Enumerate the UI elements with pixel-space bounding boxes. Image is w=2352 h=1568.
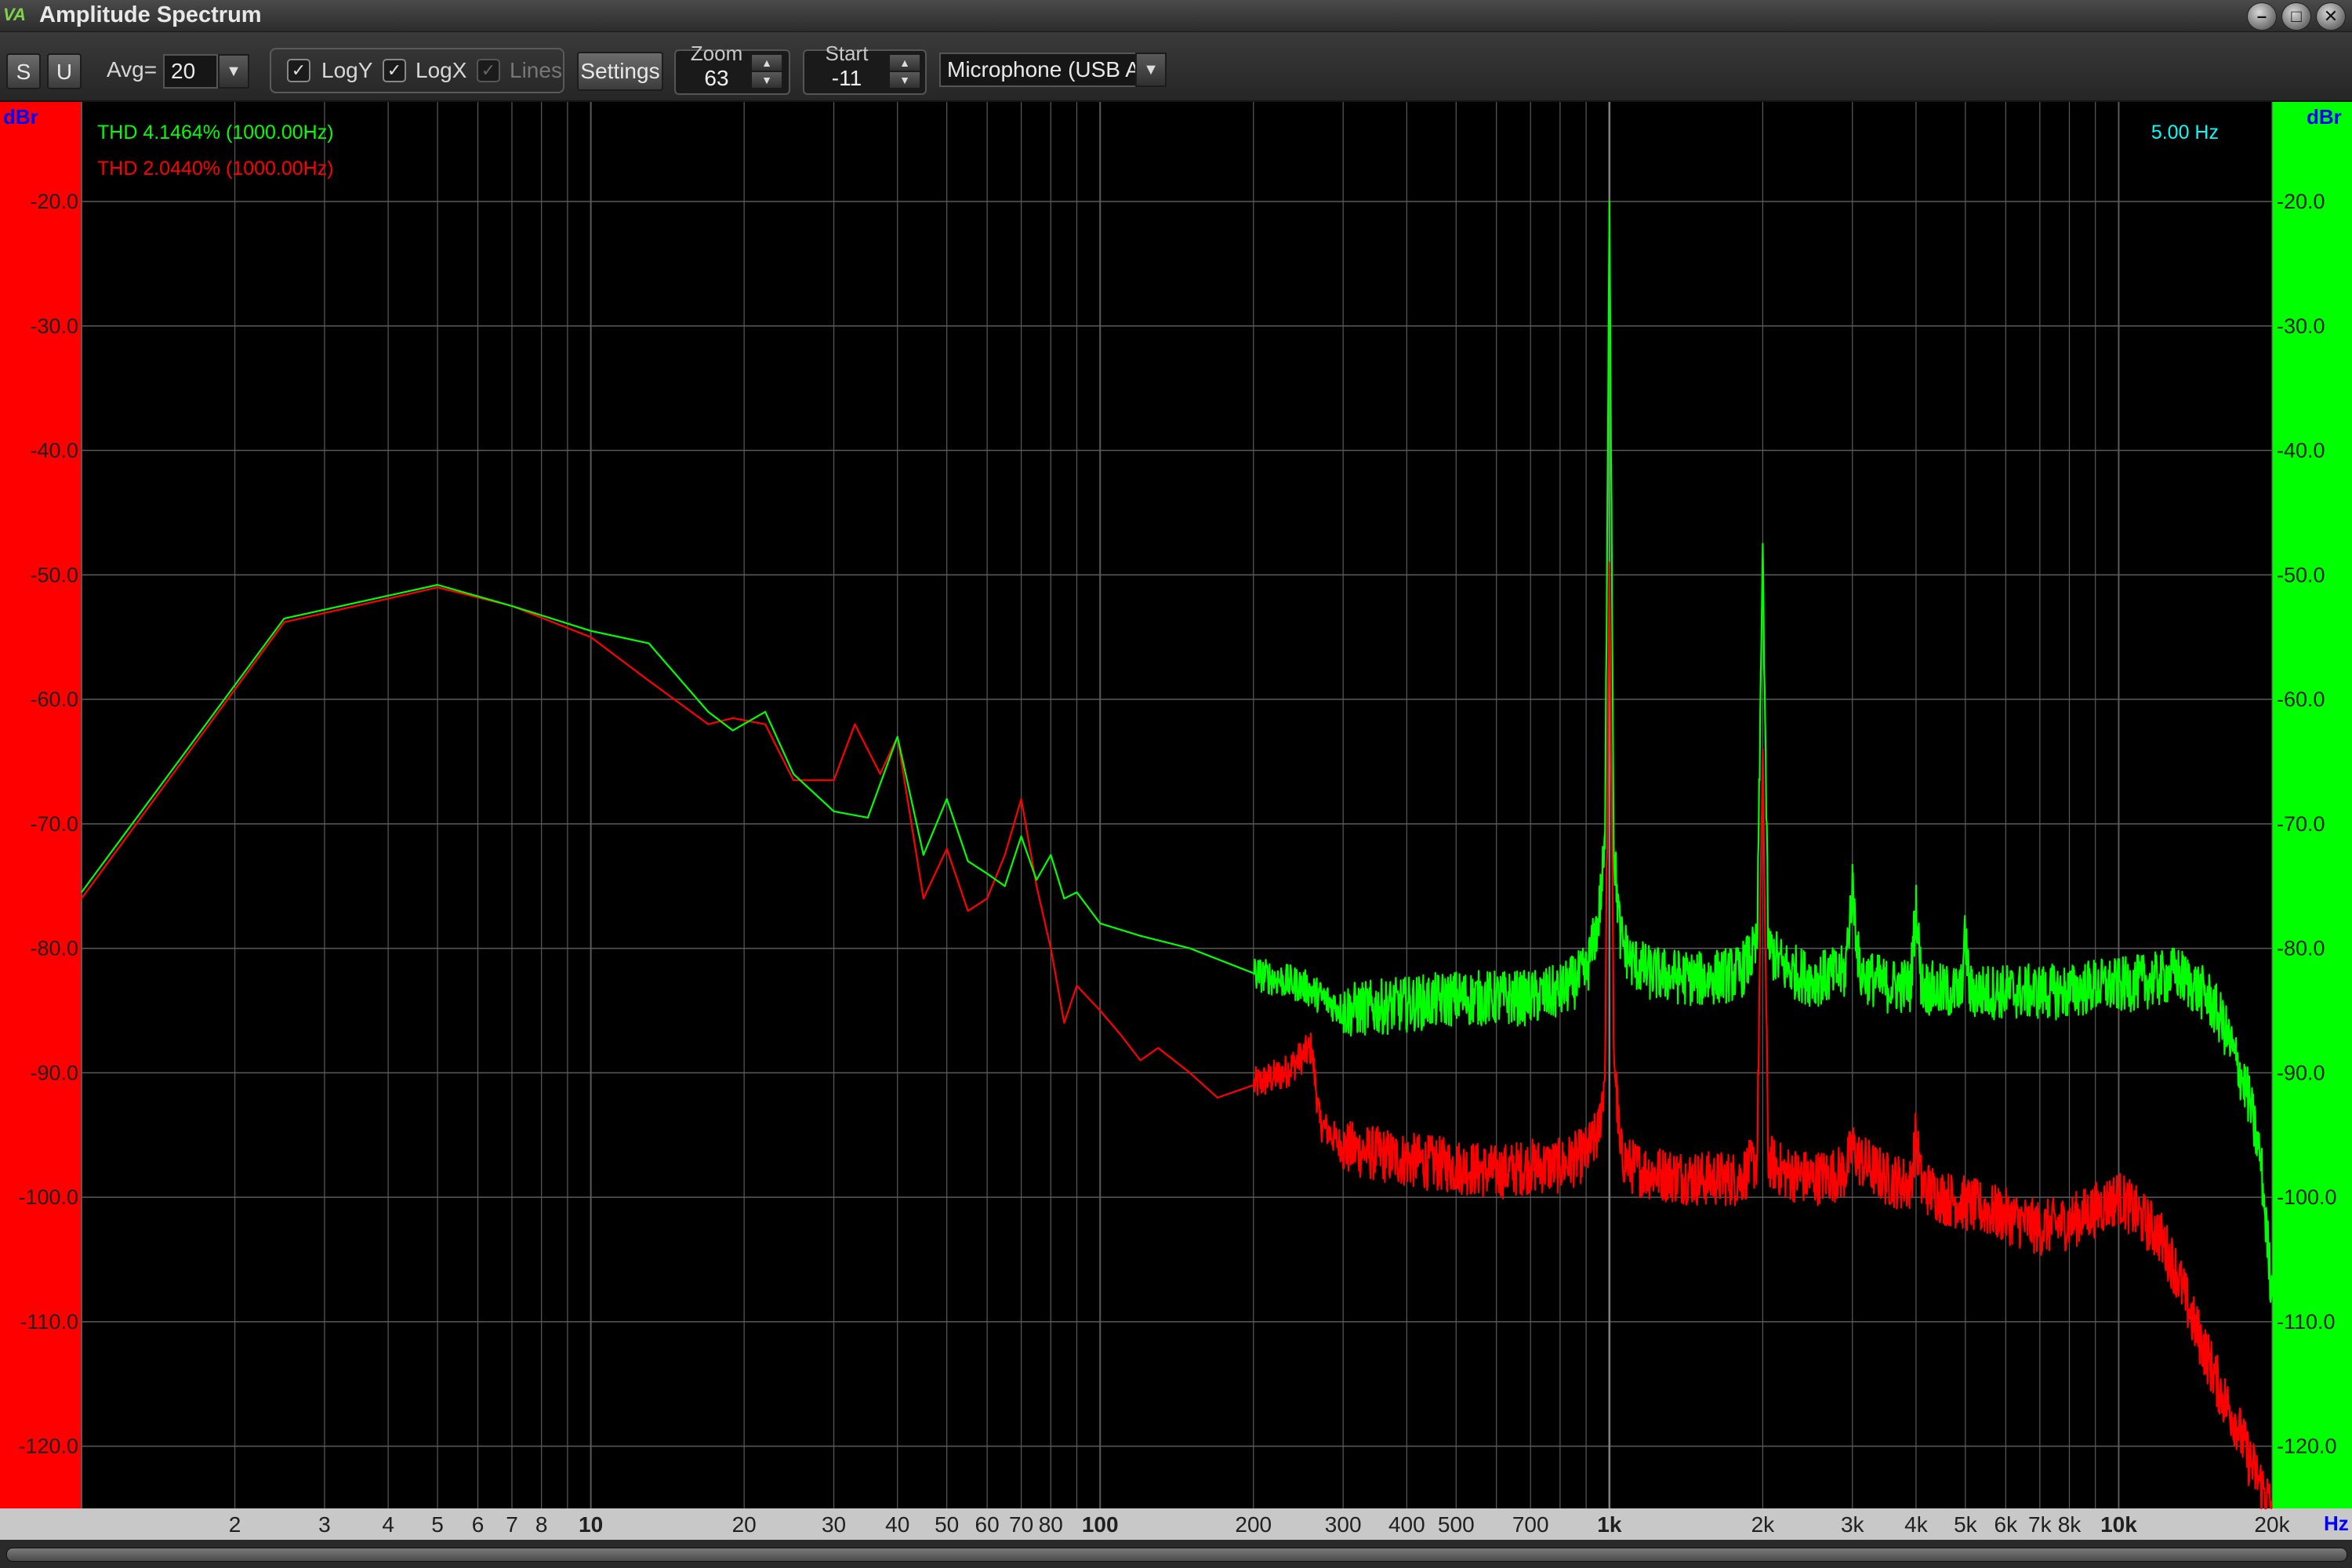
x-tick-label: 6k xyxy=(1994,1512,2019,1537)
x-tick-label: 700 xyxy=(1512,1512,1549,1537)
x-tick-label: 1k xyxy=(1597,1512,1622,1537)
x-tick-label: 5k xyxy=(1954,1512,1978,1537)
x-tick-label: 200 xyxy=(1235,1512,1272,1537)
y-tick-label-right: -110.0 xyxy=(2277,1310,2336,1334)
amplitude-spectrum-chart: -20.0 -20.0 -30.0 -30.0 -40.0 -40.0 -50.0 -50.0… xyxy=(3,102,2349,1537)
x-tick-label: 30 xyxy=(822,1512,846,1537)
x-tick-label: 2 xyxy=(229,1512,241,1537)
x-tick-label: 4k xyxy=(1904,1512,1929,1537)
x-tick-label: 3k xyxy=(1841,1512,1865,1537)
x-tick-label: 10k xyxy=(2100,1512,2137,1537)
y-tick-label-right: -70.0 xyxy=(2277,812,2325,836)
x-tick-label: 50 xyxy=(935,1512,959,1537)
y-tick-label-left: -30.0 xyxy=(30,314,78,338)
y-tick-label-left: -40.0 xyxy=(30,439,78,463)
x-tick-label: 3 xyxy=(318,1512,331,1537)
y-tick-label-left: -80.0 xyxy=(30,937,78,960)
left-unit-label: dBr xyxy=(3,105,38,129)
x-tick-label: 70 xyxy=(1009,1512,1033,1537)
y-tick-label-right: -40.0 xyxy=(2277,439,2325,463)
x-tick-label: 40 xyxy=(885,1512,909,1537)
y-tick-label-left: -120.0 xyxy=(18,1435,78,1458)
x-tick-label: 60 xyxy=(975,1512,1000,1537)
x-unit-label: Hz xyxy=(2324,1512,2349,1535)
x-tick-label: 8k xyxy=(2058,1512,2082,1537)
spectrum-series xyxy=(81,200,2274,1510)
y-tick-label-left: -90.0 xyxy=(30,1061,78,1084)
legend-series-1: THD 4.1464% (1000.00Hz) xyxy=(97,122,334,143)
x-tick-label: 20 xyxy=(732,1512,757,1537)
x-tick-label: 6 xyxy=(472,1512,485,1537)
legend-series-2: THD 2.0440% (1000.00Hz) xyxy=(97,158,334,180)
y-tick-label-left: -60.0 xyxy=(30,688,78,711)
series-line-green xyxy=(81,200,2274,1303)
y-tick-label-left: -50.0 xyxy=(30,563,78,586)
y-tick-label-left: -20.0 xyxy=(30,190,78,213)
y-tick-label-right: -120.0 xyxy=(2277,1435,2337,1458)
x-tick-label: 100 xyxy=(1082,1512,1119,1537)
y-tick-label-right: -50.0 xyxy=(2277,563,2325,586)
x-tick-label: 10 xyxy=(579,1512,603,1537)
y-tick-label-right: -30.0 xyxy=(2277,314,2325,338)
x-tick-label: 5 xyxy=(431,1512,444,1537)
x-tick-label: 8 xyxy=(535,1512,548,1537)
y-tick-label-right: -20.0 xyxy=(2277,190,2325,213)
chart-grid xyxy=(81,102,2273,1508)
series-line-red xyxy=(81,561,2273,1510)
x-tick-label: 300 xyxy=(1325,1512,1362,1537)
y-tick-label-right: -100.0 xyxy=(2277,1185,2337,1209)
x-tick-label: 7 xyxy=(506,1512,518,1537)
y-tick-label-right: -60.0 xyxy=(2277,688,2325,711)
y-tick-label-left: -70.0 xyxy=(30,812,78,836)
x-tick-label: 500 xyxy=(1438,1512,1475,1537)
y-tick-label-right: -80.0 xyxy=(2277,937,2325,960)
x-tick-label: 4 xyxy=(382,1512,394,1537)
right-unit-label: dBr xyxy=(2307,105,2342,129)
x-tick-label: 7k xyxy=(2028,1512,2053,1537)
x-tick-label: 2k xyxy=(1751,1512,1776,1537)
x-tick-label: 80 xyxy=(1039,1512,1063,1537)
y-tick-label-left: -100.0 xyxy=(18,1185,78,1209)
x-tick-label: 20k xyxy=(2254,1512,2290,1537)
axis-labels: -20.0 -20.0 -30.0 -30.0 -40.0 -40.0 -50.0 -50.0… xyxy=(18,190,2336,1537)
x-tick-label: 400 xyxy=(1388,1512,1425,1537)
frequency-readout: 5.00 Hz xyxy=(2151,122,2219,143)
y-tick-label-right: -90.0 xyxy=(2277,1061,2325,1084)
y-tick-label-left: -110.0 xyxy=(20,1310,78,1334)
